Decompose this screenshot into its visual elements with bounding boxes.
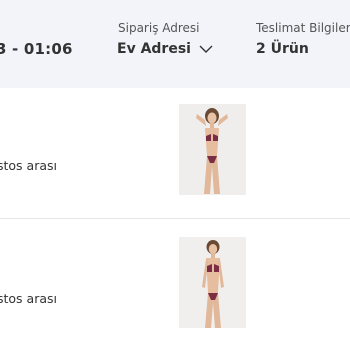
- order-date: 3 - 01:06: [0, 40, 73, 58]
- order-item: stos arası: [0, 219, 350, 350]
- delivery-count: 2 Ürün: [256, 41, 309, 57]
- delivery-estimate-text: stos arası: [0, 291, 57, 306]
- product-image[interactable]: [179, 104, 246, 195]
- address-selector[interactable]: Ev Adresi: [117, 41, 213, 57]
- delivery-estimate-text: stos arası: [0, 158, 57, 173]
- delivery-label: Teslimat Bilgileri: [256, 21, 350, 35]
- chevron-down-icon[interactable]: [199, 44, 213, 54]
- order-summary-header: 3 - 01:06 Sipariş Adresi Ev Adresi Tesli…: [0, 0, 350, 88]
- address-label: Sipariş Adresi: [118, 21, 200, 35]
- product-image[interactable]: [179, 237, 246, 328]
- address-value: Ev Adresi: [117, 41, 191, 57]
- order-item: stos arası: [0, 88, 350, 218]
